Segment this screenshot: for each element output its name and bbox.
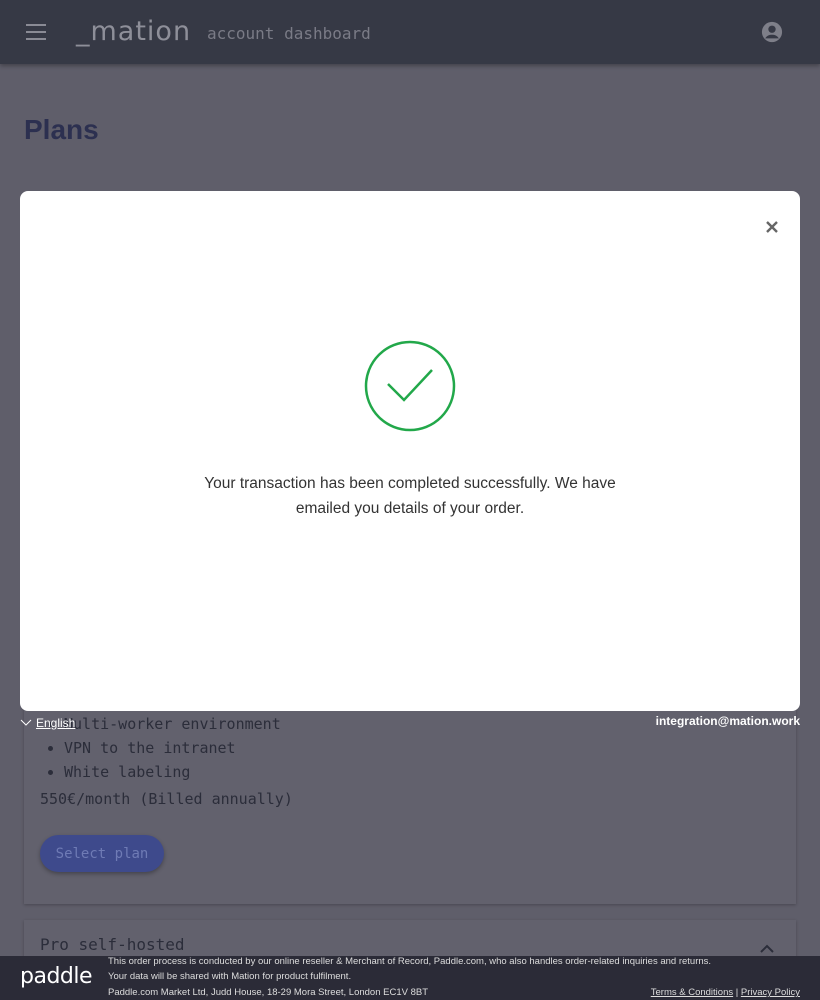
footer-line: This order process is conducted by our o… [108,956,712,967]
select-plan-button[interactable]: Select plan [40,835,164,872]
paddle-logo: paddle [20,964,93,989]
chevron-up-icon[interactable] [760,944,774,954]
success-check-icon [364,340,456,432]
plan-title: Pro self-hosted [40,935,185,954]
chevron-down-icon [20,719,32,726]
plan-features: Multi-worker environment VPN to the intr… [64,712,281,784]
footer-address: Paddle.com Market Ltd, Judd House, 18-29… [108,987,429,998]
menu-icon[interactable] [26,24,46,40]
plan-price: 550€/month (Billed annually) [40,790,293,808]
close-icon[interactable] [764,219,780,235]
logo: _mation [76,16,192,47]
checkout-email: integration@mation.work [655,714,800,728]
header-subtitle: account dashboard [207,24,371,43]
feature-item: White labeling [64,760,281,784]
feature-item: VPN to the intranet [64,736,281,760]
paddle-footer: paddle This order process is conducted b… [0,956,820,1000]
page-title: Plans [24,114,99,145]
terms-link[interactable]: Terms & Conditions [651,987,733,998]
success-message: Your transaction has been completed succ… [204,475,616,517]
language-selector[interactable]: English [20,716,75,730]
feature-item: Multi-worker environment [64,712,281,736]
language-link[interactable]: English [36,716,75,730]
app-header: _mation account dashboard [0,0,820,64]
link-separator: | [735,987,739,998]
checkout-modal: Your transaction has been completed succ… [20,191,800,711]
footer-line: Your data will be shared with Mation for… [108,971,352,982]
privacy-link[interactable]: Privacy Policy [741,987,800,998]
footer-links: Terms & Conditions | Privacy Policy [651,987,800,998]
account-circle-icon[interactable] [761,21,783,43]
